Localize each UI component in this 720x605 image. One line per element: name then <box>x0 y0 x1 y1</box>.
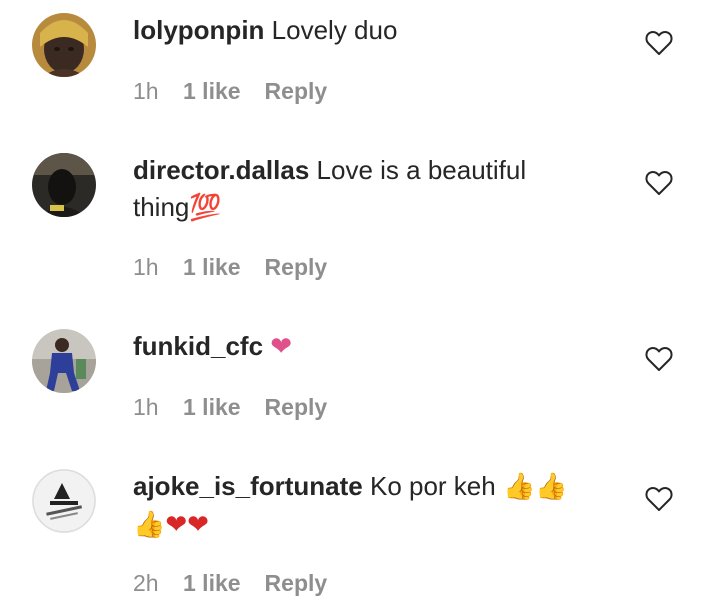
username[interactable]: funkid_cfc <box>133 331 263 361</box>
heart-outline-icon[interactable] <box>645 170 673 196</box>
timestamp: 2h <box>133 570 159 596</box>
comment-text: Love is a beautiful <box>316 155 527 185</box>
username[interactable]: lolyponpin <box>133 15 264 45</box>
avatar[interactable] <box>32 153 96 217</box>
thumbs-up-hearts-emoji: 👍❤❤ <box>133 510 209 540</box>
comment-text-continued: thing <box>133 192 190 222</box>
like-count[interactable]: 1 like <box>183 78 241 105</box>
heart-outline-icon[interactable] <box>645 30 673 56</box>
hundred-emoji: 💯 <box>189 193 222 223</box>
pink-heart-emoji: ❤ <box>270 332 293 362</box>
reply-button[interactable]: Reply <box>265 78 328 105</box>
comment-body: funkid_cfc ❤ <box>133 328 613 366</box>
like-count[interactable]: 1 like <box>183 570 241 597</box>
comment-meta: 2h 1 like Reply <box>133 570 327 597</box>
comment-text: Lovely duo <box>271 15 398 45</box>
comment-body: ajoke_is_fortunate Ko por keh 👍👍 👍❤❤ <box>133 468 613 544</box>
like-count[interactable]: 1 like <box>183 394 241 421</box>
avatar[interactable] <box>32 329 96 393</box>
avatar[interactable] <box>32 13 96 77</box>
timestamp: 1h <box>133 254 159 280</box>
comment-body: lolyponpin Lovely duo <box>133 12 613 49</box>
timestamp: 1h <box>133 394 159 420</box>
username[interactable]: ajoke_is_fortunate <box>133 471 363 501</box>
timestamp: 1h <box>133 78 159 104</box>
heart-outline-icon[interactable] <box>645 346 673 372</box>
reply-button[interactable]: Reply <box>265 254 328 281</box>
comment-meta: 1h 1 like Reply <box>133 254 327 281</box>
thumbs-up-emoji: 👍👍 <box>502 472 568 502</box>
comment-text: Ko por keh <box>369 471 496 501</box>
like-count[interactable]: 1 like <box>183 254 241 281</box>
comment-meta: 1h 1 like Reply <box>133 78 327 105</box>
comment-body: director.dallas Love is a beautiful thin… <box>133 152 613 227</box>
comment-meta: 1h 1 like Reply <box>133 394 327 421</box>
avatar[interactable] <box>32 469 96 533</box>
heart-outline-icon[interactable] <box>645 486 673 512</box>
reply-button[interactable]: Reply <box>265 394 328 421</box>
username[interactable]: director.dallas <box>133 155 309 185</box>
reply-button[interactable]: Reply <box>265 570 328 597</box>
